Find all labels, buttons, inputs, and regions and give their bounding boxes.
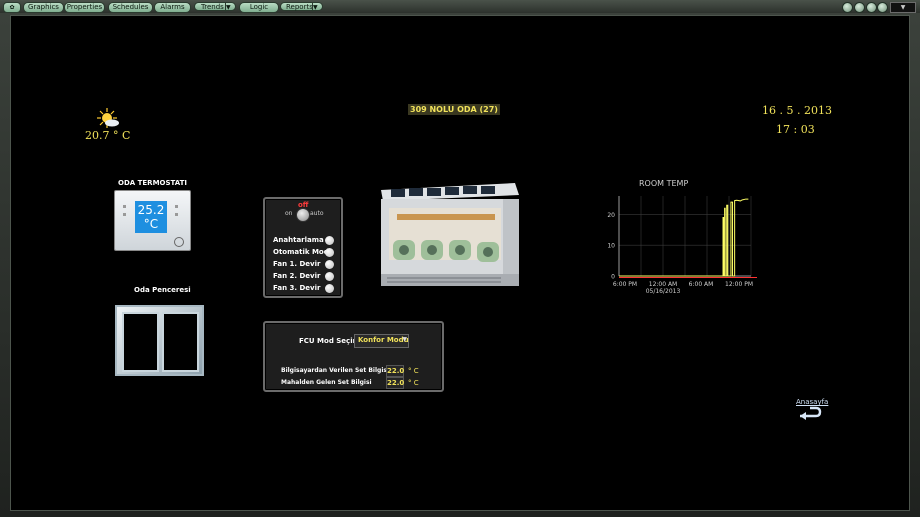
thermostat-unit: °C <box>143 217 159 231</box>
x-tick-label: 12:00 AM <box>649 281 677 288</box>
sun-cloud-icon <box>97 108 119 128</box>
tab-logic[interactable]: Logic <box>239 2 279 13</box>
fan-1-indicator <box>325 260 334 269</box>
anahtarlama-indicator <box>325 236 334 245</box>
thermostat-title: ODA TERMOSTATI <box>118 179 188 187</box>
fcu-settings-panel: FCU Mod Seçimi Konfor Modu ▼ Bilgisayard… <box>263 321 444 392</box>
x-tick-label: 6:00 AM <box>689 281 714 288</box>
window-pane-left <box>122 312 159 372</box>
thermostat-led <box>123 213 126 216</box>
date-display: 16 . 5 . 2013 <box>762 104 832 117</box>
tab-label: Alarms <box>160 3 185 11</box>
menu-dropdown-button[interactable]: ▼ <box>890 2 916 13</box>
thermostat-led <box>175 213 178 216</box>
x-sublabel: 05/16/2013 <box>646 288 681 295</box>
thermostat-led <box>175 205 178 208</box>
tab-reports[interactable]: Reports ▼ <box>280 2 323 12</box>
tab-label: Graphics <box>28 3 59 11</box>
fcu-mode-value: Konfor Modu <box>358 336 409 344</box>
y-tick-label: 0 <box>611 274 615 281</box>
return-arrow-icon[interactable] <box>798 406 822 420</box>
room-setpoint-value: 22.0 <box>386 377 405 389</box>
auto-label: auto <box>310 210 324 217</box>
tab-trends[interactable]: Trends ▼ <box>194 2 236 12</box>
fan-coil-unit-image <box>381 183 519 286</box>
fcu-mode-label: FCU Mod Seçimi <box>299 337 363 345</box>
mode-item-label: Fan 3. Devir <box>273 284 321 292</box>
tab-alarms[interactable]: Alarms <box>154 2 191 13</box>
chevron-down-icon: ▼ <box>402 336 407 343</box>
app-logo-icon: ✿ <box>3 2 21 13</box>
tab-label: Reports <box>286 3 313 11</box>
thermostat-knob <box>174 237 184 247</box>
tab-label: Schedules <box>112 3 149 11</box>
chevron-down-icon[interactable]: ▼ <box>225 3 235 12</box>
window-pane-right <box>162 312 199 372</box>
fan-3-indicator <box>325 284 334 293</box>
graphics-canvas: 20.7 ° C 309 NOLU ODA (27) 16 . 5 . 2013… <box>10 15 910 511</box>
thermostat-led <box>123 205 126 208</box>
y-tick-label: 10 <box>607 243 615 250</box>
y-tick-label: 20 <box>607 212 615 219</box>
minimize-icon[interactable] <box>842 2 853 13</box>
fan-mode-panel: off on auto Anahtarlama Otomatik Mod Fan… <box>263 197 343 298</box>
tab-label: Properties <box>66 3 103 11</box>
otomatik-mod-indicator <box>325 248 334 257</box>
fcu-mode-select[interactable]: Konfor Modu ▼ <box>354 334 409 348</box>
navigation-bar: ✿ Graphics Properties Schedules Alarms T… <box>0 0 920 13</box>
x-tick-label: 12:00 PM <box>725 281 753 288</box>
refresh-icon[interactable] <box>854 2 865 13</box>
tab-properties[interactable]: Properties <box>64 2 105 13</box>
tab-label: Logic <box>249 3 269 11</box>
room-thermostat[interactable]: 25.2 °C <box>114 190 191 251</box>
chevron-down-icon[interactable]: ▼ <box>312 3 322 12</box>
mode-selector-knob[interactable] <box>296 208 310 222</box>
thermostat-reading: 25.2 <box>137 203 165 217</box>
tab-schedules[interactable]: Schedules <box>108 2 153 13</box>
mode-item-label: Fan 1. Devir <box>273 260 321 268</box>
unit-label: ° C <box>408 367 419 375</box>
unit-label: ° C <box>408 379 419 387</box>
x-tick-label: 6:00 PM <box>613 281 637 288</box>
set-info-label: Mahalden Gelen Set Bilgisi <box>281 379 372 386</box>
close-icon[interactable] <box>877 2 888 13</box>
home-link[interactable]: Anasayfa <box>796 398 828 406</box>
mode-item-label: Anahtarlama <box>273 236 324 244</box>
outdoor-temperature: 20.7 ° C <box>85 129 131 142</box>
tab-graphics[interactable]: Graphics <box>23 2 64 13</box>
room-temp-chart[interactable]: 0 10 20 6:00 PM 12:00 AM 6:00 AM 12:00 PM 05/16… <box>591 186 761 296</box>
window-title: Oda Penceresi <box>134 286 191 294</box>
tab-label: Trends <box>201 3 224 11</box>
on-label: on <box>285 210 293 217</box>
time-display: 17 : 03 <box>776 123 815 136</box>
help-icon[interactable] <box>866 2 877 13</box>
fan-2-indicator <box>325 272 334 281</box>
computer-setpoint-value: 22.0 <box>386 365 405 377</box>
set-info-label: Bilgisayardan Verilen Set Bilgisi <box>281 367 389 374</box>
room-window[interactable] <box>115 305 204 376</box>
thermostat-display: 25.2 °C <box>135 201 167 233</box>
page-title: 309 NOLU ODA (27) <box>408 104 500 115</box>
mode-item-label: Fan 2. Devir <box>273 272 321 280</box>
mode-item-label: Otomatik Mod <box>273 248 329 256</box>
